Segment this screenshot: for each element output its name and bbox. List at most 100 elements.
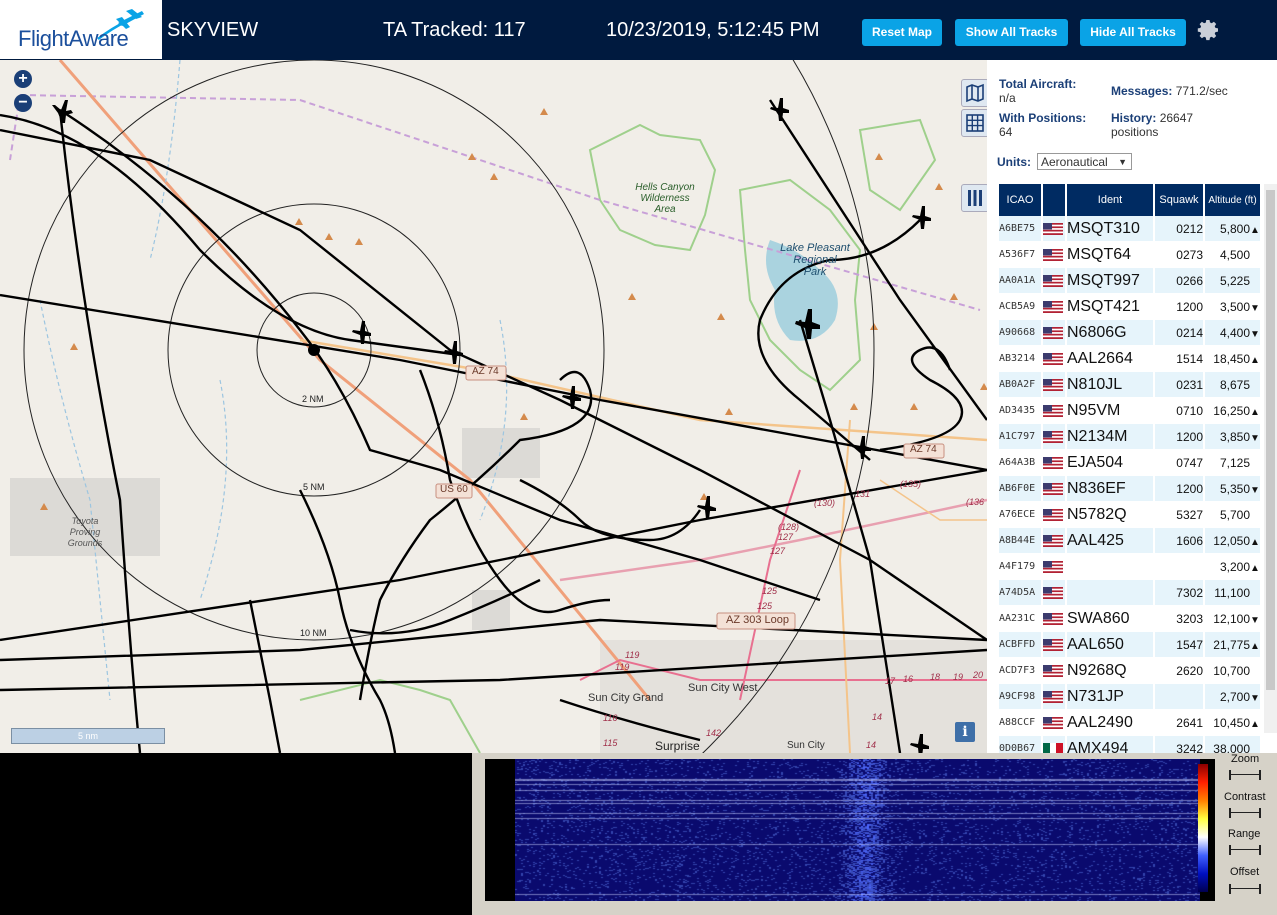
altitude-trend-icon: ▼ — [1250, 302, 1260, 314]
altitude-cell: 7,125 — [1205, 450, 1260, 476]
map-icon — [966, 83, 984, 103]
table-row[interactable]: ACB5A9 MSQT421 1200 3,500▼ — [999, 294, 1260, 320]
squawk-cell: 0266 — [1155, 268, 1203, 294]
icao-cell: A536F7 — [999, 242, 1041, 268]
col-altitude[interactable]: Altitude (ft) — [1205, 184, 1260, 216]
table-row[interactable]: AD3435 N95VM 0710 16,250▲ — [999, 398, 1260, 424]
columns-button[interactable] — [961, 184, 987, 212]
show-all-tracks-button[interactable]: Show All Tracks — [955, 19, 1068, 46]
ident-cell: N9268Q — [1067, 658, 1153, 684]
col-ident[interactable]: Ident — [1067, 184, 1153, 216]
us-flag-icon — [1043, 320, 1065, 346]
altitude-value: 21,775 — [1213, 637, 1250, 652]
exit-label: 127 — [770, 546, 786, 556]
map-view[interactable]: Hells Canyon Wilderness Area Lake Pleasant… — [0, 60, 987, 753]
columns-icon — [968, 190, 982, 206]
table-row[interactable]: A90668 N6806G 0214 4,400▼ — [999, 320, 1260, 346]
table-row[interactable]: AB3214 AAL2664 1514 18,450▲ — [999, 346, 1260, 372]
us-flag-icon — [1043, 242, 1065, 268]
table-row[interactable]: A76ECE N5782Q 5327 5,700 — [999, 502, 1260, 528]
ident-cell: MSQT64 — [1067, 242, 1153, 268]
zoom-slider[interactable] — [1229, 770, 1261, 780]
dropdown-arrow-icon: ▼ — [1118, 157, 1127, 167]
contrast-label: Contrast — [1224, 791, 1266, 803]
zoom-out-button[interactable]: − — [14, 94, 32, 112]
icao-cell: AA231C — [999, 606, 1041, 632]
gear-icon[interactable] — [1197, 18, 1221, 42]
altitude-cell: 21,775▲ — [1205, 632, 1260, 658]
squawk-cell: 0231 — [1155, 372, 1203, 398]
altitude-value: 16,250 — [1213, 403, 1250, 418]
table-row[interactable]: A9CF98 N731JP 2,700▼ — [999, 684, 1260, 710]
map-layers-button[interactable] — [961, 79, 987, 107]
altitude-cell: 4,400▼ — [1205, 320, 1260, 346]
us-flag-icon — [1043, 424, 1065, 450]
col-icao[interactable]: ICAO — [999, 184, 1041, 216]
ident-cell: MSQT421 — [1067, 294, 1153, 320]
us-flag-icon — [1043, 294, 1065, 320]
sun-city-west-label: Sun City West — [688, 682, 758, 694]
table-row[interactable]: ACD7F3 N9268Q 2620 10,700 — [999, 658, 1260, 684]
ident-cell: EJA504 — [1067, 450, 1153, 476]
grid-button[interactable] — [961, 109, 987, 137]
table-row[interactable]: A8B44E AAL425 1606 12,050▲ — [999, 528, 1260, 554]
table-row[interactable]: A1C797 N2134M 1200 3,850▼ — [999, 424, 1260, 450]
altitude-trend-icon: ▼ — [1250, 484, 1260, 496]
us-flag-icon — [1043, 476, 1065, 502]
exit-label: (128) — [778, 522, 800, 532]
squawk-cell: 2641 — [1155, 710, 1203, 736]
altitude-cell: 11,100 — [1205, 580, 1260, 606]
info-button[interactable]: i — [955, 722, 975, 742]
altitude-value: 5,225 — [1219, 273, 1250, 288]
history-stat: History: 26647 positions — [1111, 111, 1194, 139]
flightaware-logo[interactable]: FlightAware — [0, 0, 162, 59]
table-row[interactable]: A88CCF AAL2490 2641 10,450▲ — [999, 710, 1260, 736]
table-row[interactable]: A6BE75 MSQT310 0212 5,800▲ — [999, 216, 1260, 242]
squawk-cell: 1200 — [1155, 424, 1203, 450]
ident-cell: N2134M — [1067, 424, 1153, 450]
reset-map-button[interactable]: Reset Map — [862, 19, 942, 46]
us-flag-icon — [1043, 268, 1065, 294]
squawk-cell: 5327 — [1155, 502, 1203, 528]
col-flag[interactable] — [1043, 184, 1065, 216]
range-slider[interactable] — [1229, 845, 1261, 855]
icao-cell: A64A3B — [999, 450, 1041, 476]
hells-canyon-label: Hells Canyon Wilderness Area — [635, 182, 695, 215]
col-squawk[interactable]: Squawk — [1155, 184, 1203, 216]
scroll-thumb[interactable] — [1266, 190, 1275, 690]
ident-cell: MSQT997 — [1067, 268, 1153, 294]
icao-cell: A74D5A — [999, 580, 1041, 606]
hide-all-tracks-button[interactable]: Hide All Tracks — [1080, 19, 1186, 46]
altitude-value: 7,125 — [1219, 455, 1250, 470]
squawk-cell: 0273 — [1155, 242, 1203, 268]
altitude-cell: 12,100▼ — [1205, 606, 1260, 632]
table-row[interactable]: A4F179 3,200▲ — [999, 554, 1260, 580]
table-row[interactable]: A74D5A 7302 11,100 — [999, 580, 1260, 606]
aircraft-table: ICAO Ident Squawk Altitude (ft) A6BE75 MS… — [997, 184, 1262, 762]
squawk-cell: 1200 — [1155, 476, 1203, 502]
squawk-cell: 2620 — [1155, 658, 1203, 684]
us-flag-icon — [1043, 710, 1065, 736]
us-flag-icon — [1043, 502, 1065, 528]
squawk-cell: 0747 — [1155, 450, 1203, 476]
altitude-trend-icon: ▼ — [1250, 432, 1260, 444]
table-row[interactable]: A536F7 MSQT64 0273 4,500 — [999, 242, 1260, 268]
units-select[interactable]: Aeronautical ▼ — [1037, 153, 1132, 170]
icao-cell: A9CF98 — [999, 684, 1041, 710]
ident-cell: N6806G — [1067, 320, 1153, 346]
us-flag-icon — [1043, 554, 1065, 580]
table-row[interactable]: A64A3B EJA504 0747 7,125 — [999, 450, 1260, 476]
zoom-in-button[interactable]: + — [14, 70, 32, 88]
altitude-cell: 3,500▼ — [1205, 294, 1260, 320]
us-flag-icon — [1043, 606, 1065, 632]
table-row[interactable]: AA231C SWA860 3203 12,100▼ — [999, 606, 1260, 632]
table-row[interactable]: AB0A2F N810JL 0231 8,675 — [999, 372, 1260, 398]
altitude-value: 10,700 — [1213, 663, 1250, 678]
table-row[interactable]: AA0A1A MSQT997 0266 5,225 — [999, 268, 1260, 294]
offset-slider[interactable] — [1229, 884, 1261, 894]
contrast-slider[interactable] — [1229, 808, 1261, 818]
table-scrollbar[interactable] — [1264, 184, 1277, 733]
altitude-trend-icon: ▼ — [1250, 692, 1260, 704]
table-row[interactable]: ACBFFD AAL650 1547 21,775▲ — [999, 632, 1260, 658]
table-row[interactable]: AB6F0E N836EF 1200 5,350▼ — [999, 476, 1260, 502]
